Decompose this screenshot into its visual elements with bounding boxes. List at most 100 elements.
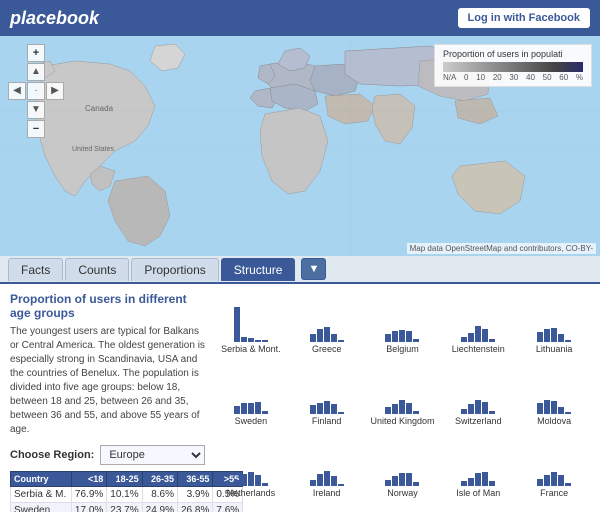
table-cell: 24.9%	[142, 503, 177, 512]
chart-bars	[461, 436, 495, 486]
svg-text:United States: United States	[72, 146, 115, 153]
chart-label: Sweden	[235, 416, 268, 427]
map-legend: Proportion of users in populati N/A 0 10…	[434, 44, 592, 87]
region-select[interactable]: Europe Asia Americas Africa Oceania	[100, 445, 205, 465]
chart-bars	[385, 436, 419, 486]
pan-center-button[interactable]: ·	[27, 82, 45, 100]
bar	[317, 474, 323, 486]
zoom-out-button[interactable]: −	[27, 120, 45, 138]
table-row: Sweden17.0%23.7%24.9%26.8%7.6%	[11, 503, 243, 512]
chart-bars	[310, 436, 344, 486]
chart-bars	[310, 292, 344, 342]
bar	[248, 403, 254, 414]
svg-text:Canada: Canada	[85, 104, 114, 113]
bar	[413, 339, 419, 342]
left-panel: Proportion of users in different age gro…	[10, 292, 205, 504]
bar	[551, 328, 557, 342]
col-3655: 36-55	[178, 472, 213, 487]
tab-structure[interactable]: Structure	[221, 258, 296, 281]
bar	[406, 473, 412, 486]
bar	[468, 333, 474, 342]
login-button[interactable]: Log in with Facebook	[458, 8, 590, 28]
bar	[392, 331, 398, 342]
chart-item: Sweden	[215, 364, 287, 432]
bar	[385, 480, 391, 486]
bar	[544, 475, 550, 486]
bar	[248, 472, 254, 486]
bar	[392, 476, 398, 486]
bar	[565, 340, 571, 342]
tab-filter-button[interactable]: ▼	[301, 258, 326, 280]
table-cell: 3.9%	[178, 487, 213, 503]
chart-item: Finland	[291, 364, 363, 432]
bar	[558, 407, 564, 414]
chart-bars	[461, 364, 495, 414]
bar	[338, 484, 344, 486]
bar	[331, 334, 337, 342]
chart-label: Moldova	[537, 416, 571, 427]
bar	[399, 473, 405, 486]
bar	[537, 479, 543, 486]
bar	[234, 406, 240, 414]
zoom-in-button[interactable]: +	[27, 44, 45, 62]
bar	[255, 475, 261, 486]
bar	[482, 329, 488, 342]
tab-proportions[interactable]: Proportions	[131, 258, 218, 281]
bar	[544, 329, 550, 342]
content-area: Proportion of users in different age gro…	[0, 284, 600, 512]
bar	[234, 480, 240, 486]
table-cell: 17.0%	[71, 503, 106, 512]
chart-bars	[537, 292, 571, 342]
chart-item: Ireland	[291, 436, 363, 504]
bar	[406, 331, 412, 342]
chart-label: Finland	[312, 416, 342, 427]
chart-item: Serbia & Mont.	[215, 292, 287, 360]
bar	[544, 400, 550, 414]
bar	[255, 340, 261, 342]
chart-label: Norway	[387, 488, 418, 499]
map-attribution: Map data OpenStreetMap and contributors,…	[407, 243, 596, 254]
col-u18: <18	[71, 472, 106, 487]
pan-right-button[interactable]: ▶	[46, 82, 64, 100]
bar	[399, 400, 405, 414]
bar	[248, 338, 254, 342]
bar	[565, 412, 571, 414]
map-controls: + ▲ ◀ · ▶ ▼ −	[8, 44, 64, 138]
bar	[338, 340, 344, 342]
chart-label: Belgium	[386, 344, 419, 355]
bar	[399, 330, 405, 342]
tab-counts[interactable]: Counts	[65, 258, 129, 281]
pan-down-button[interactable]: ▼	[27, 101, 45, 119]
chart-bars	[385, 364, 419, 414]
table-cell: 10.1%	[107, 487, 142, 503]
bar	[475, 400, 481, 414]
bar	[489, 481, 495, 486]
bar	[331, 476, 337, 486]
bar	[537, 403, 543, 414]
bar	[262, 483, 268, 486]
bar	[489, 339, 495, 342]
chart-bars	[234, 436, 268, 486]
table-cell: 76.9%	[71, 487, 106, 503]
bar	[317, 403, 323, 414]
bar	[468, 478, 474, 486]
bar	[475, 326, 481, 342]
header: placebook Log in with Facebook	[0, 0, 600, 36]
table-cell: Serbia & M.	[11, 487, 72, 503]
data-table: Country <18 18-25 26-35 36-55 >55 Serbia…	[10, 471, 243, 512]
chart-item: Lithuania	[518, 292, 590, 360]
pan-up-button[interactable]: ▲	[27, 63, 45, 81]
right-panel: Serbia & Mont.GreeceBelgiumLiechtenstein…	[215, 292, 590, 504]
legend-bar	[443, 62, 583, 72]
bar	[262, 411, 268, 414]
tab-bar: Facts Counts Proportions Structure ▼	[0, 256, 600, 284]
map-area: Canada United States + ▲ ◀ · ▶ ▼ − Propo…	[0, 36, 600, 256]
chart-item: France	[518, 436, 590, 504]
tab-facts[interactable]: Facts	[8, 258, 63, 281]
bar	[310, 334, 316, 342]
chart-bars	[461, 292, 495, 342]
legend-title: Proportion of users in populati	[443, 49, 583, 59]
pan-left-button[interactable]: ◀	[8, 82, 26, 100]
chart-item: Netherlands	[215, 436, 287, 504]
chart-bars	[310, 364, 344, 414]
